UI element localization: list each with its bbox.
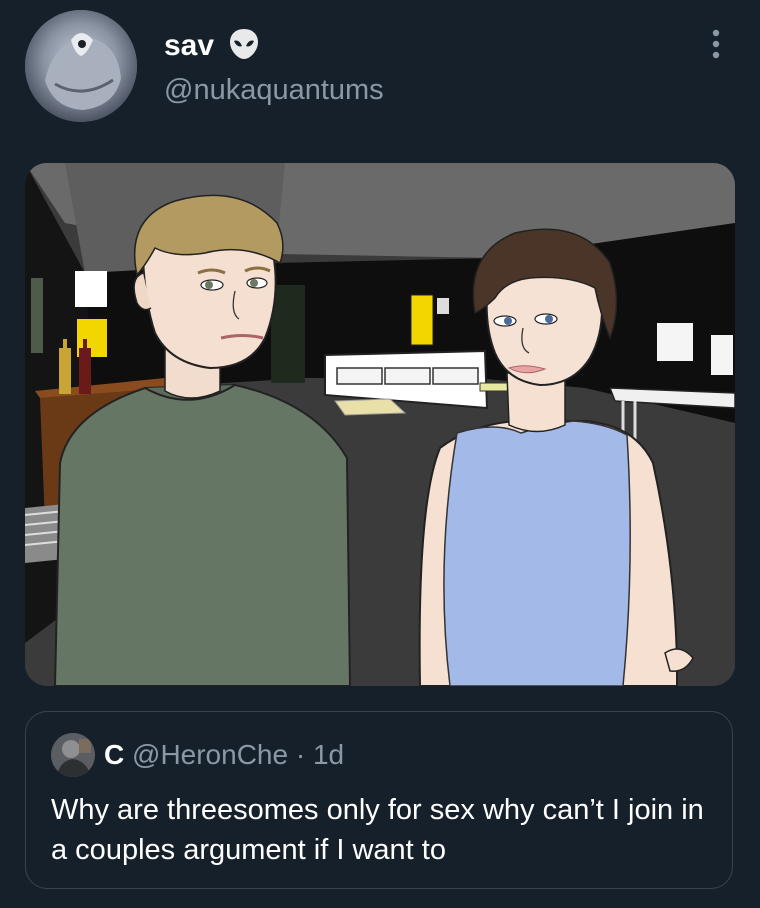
quoted-tweet-header: C @HeronChe · 1d (104, 737, 344, 773)
quoted-tweet-card[interactable]: C @HeronChe · 1d Why are threesomes only… (25, 711, 733, 889)
header-separator: · (295, 739, 306, 770)
author-handle[interactable]: @nukaquantums (164, 72, 384, 108)
author-avatar[interactable] (25, 10, 137, 122)
quoted-tweet-time[interactable]: 1d (313, 739, 344, 770)
quoted-author-name[interactable]: C (104, 739, 124, 770)
quoted-tweet-text: Why are threesomes only for sex why can’… (51, 794, 704, 866)
author-display-name[interactable]: sav (164, 28, 214, 64)
more-options-icon[interactable] (700, 28, 732, 60)
alien-icon (226, 26, 262, 62)
quoted-author-avatar[interactable] (51, 733, 95, 777)
tweet-media-image[interactable] (25, 163, 735, 686)
quoted-author-handle[interactable]: @HeronChe (132, 739, 288, 770)
